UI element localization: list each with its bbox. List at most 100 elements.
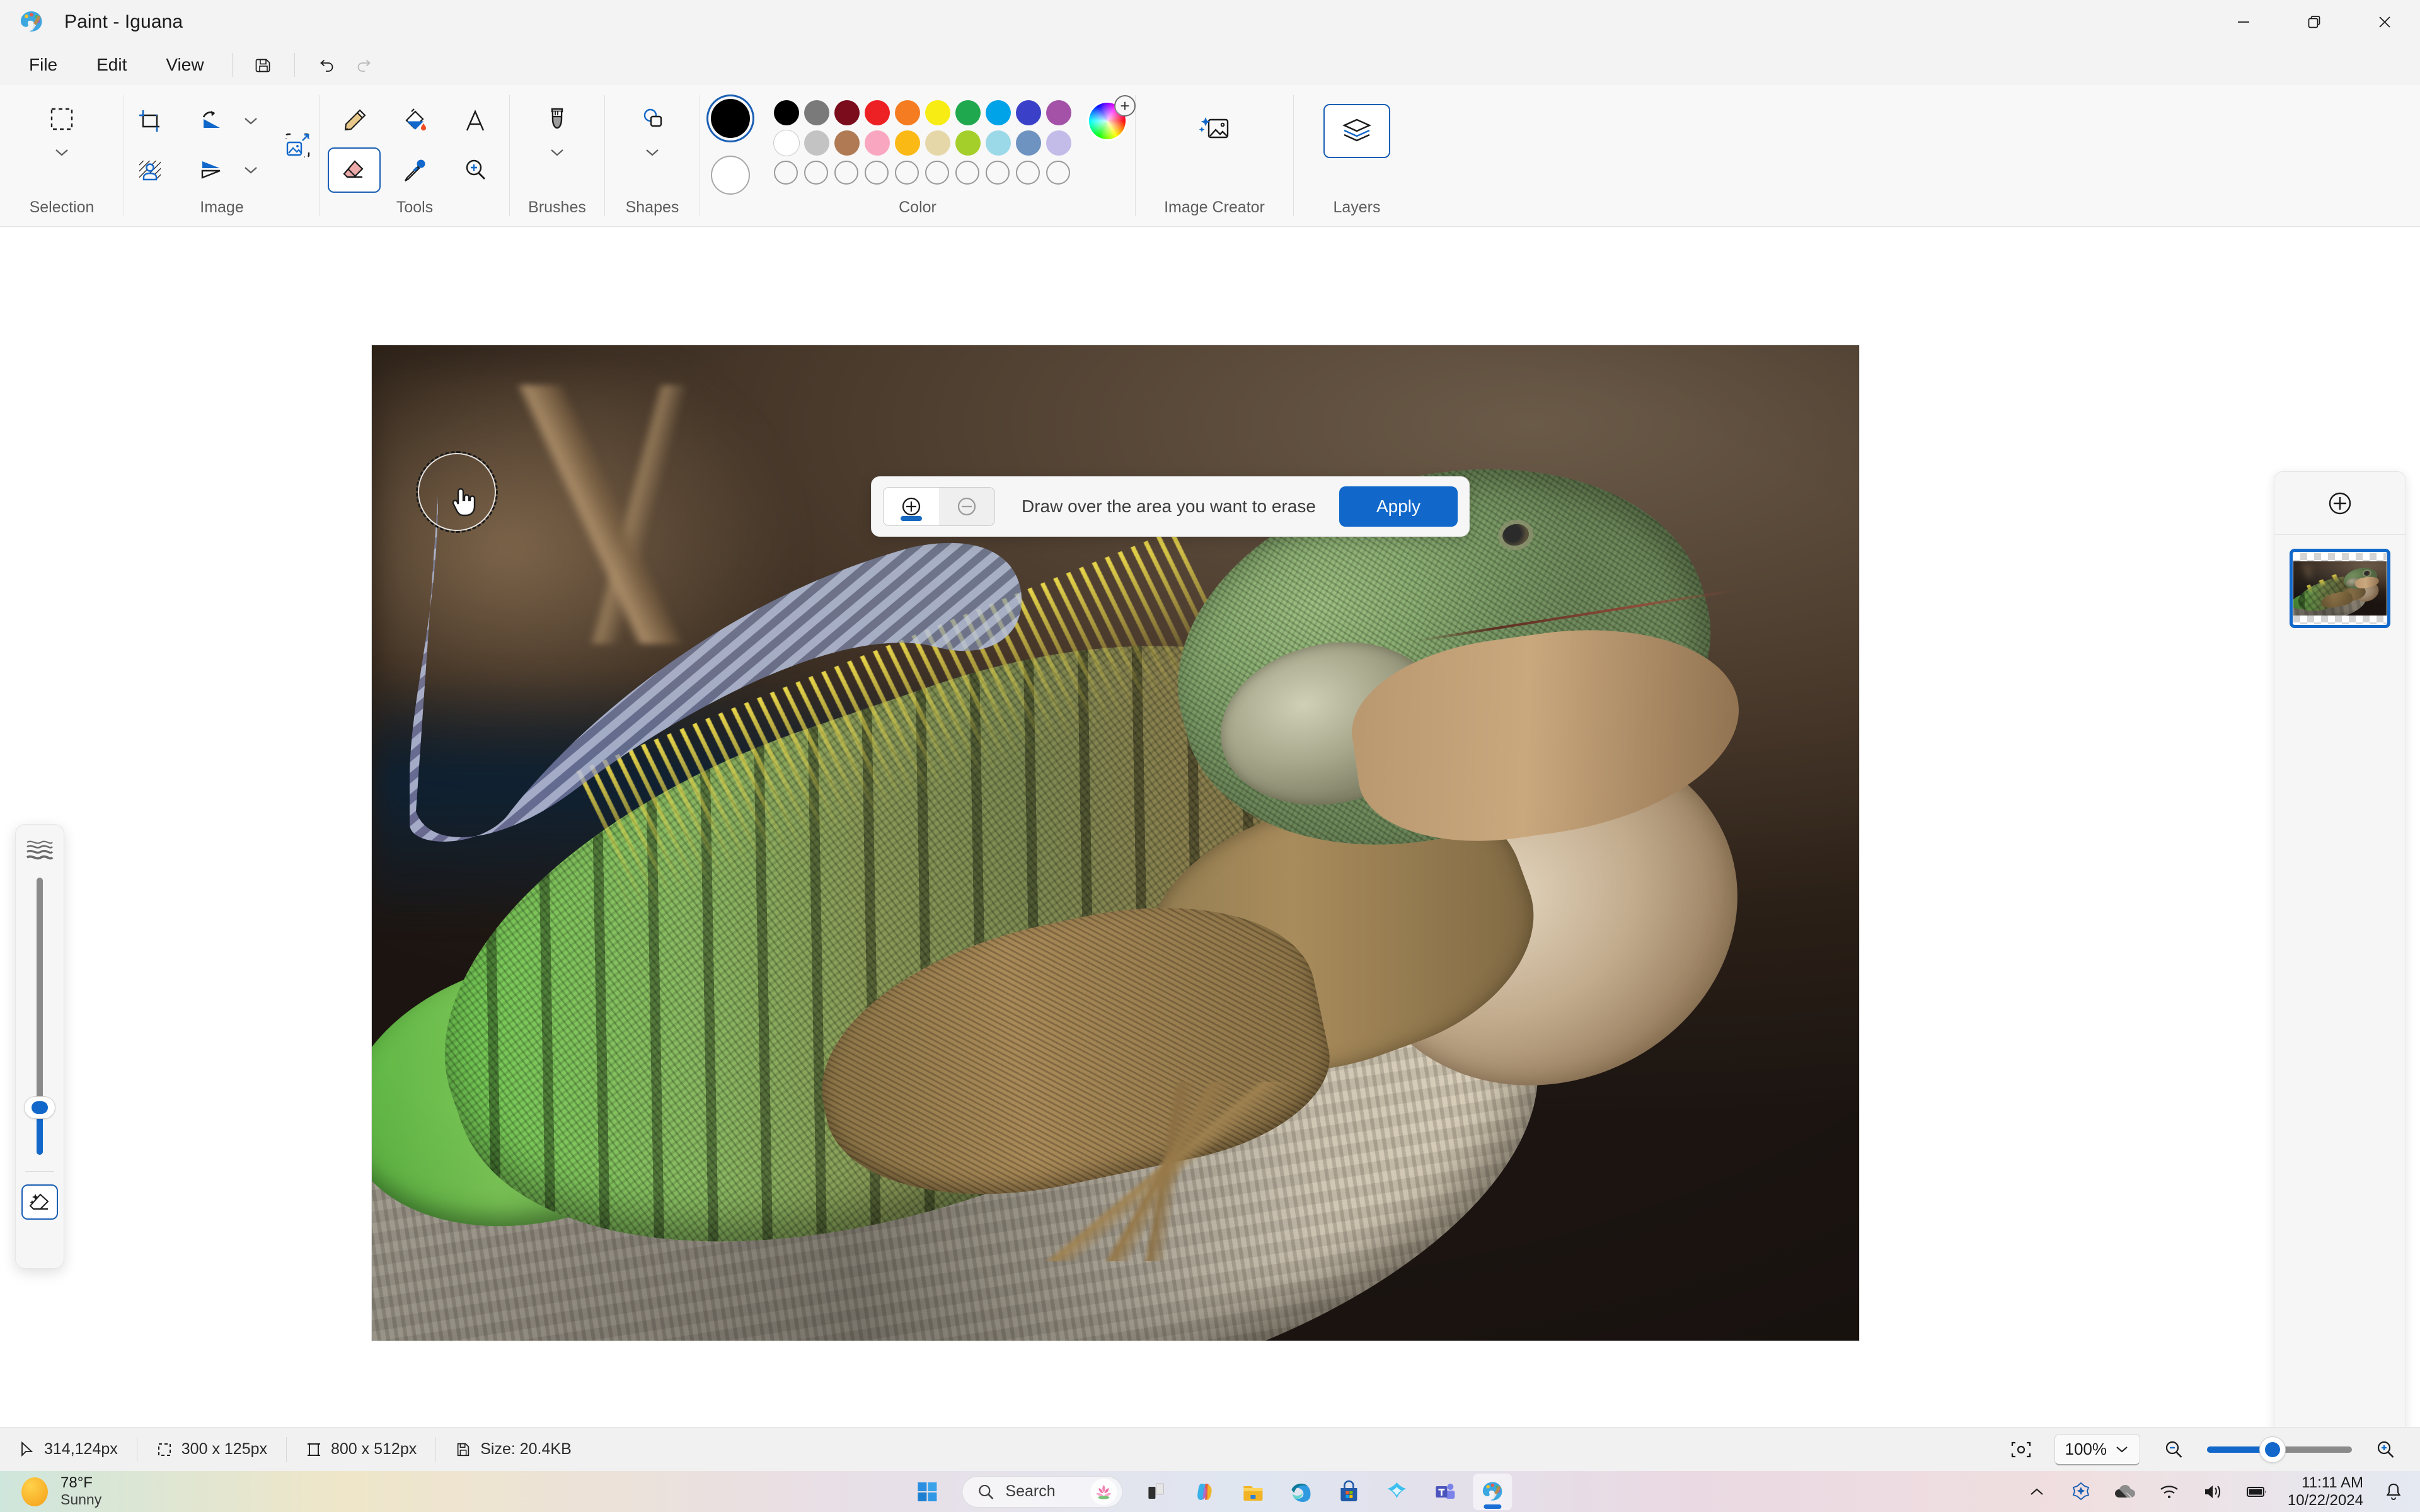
color-swatch[interactable]	[1016, 100, 1041, 125]
color-swatch-empty[interactable]	[834, 161, 858, 185]
color-wheel-add-icon[interactable]: +	[1089, 95, 1136, 139]
color-swatch[interactable]	[1046, 100, 1071, 125]
bell-icon[interactable]	[2380, 1478, 2407, 1506]
color-swatch[interactable]	[1046, 130, 1071, 156]
pencil-button[interactable]	[328, 98, 381, 144]
shapes-button[interactable]	[626, 96, 679, 142]
folder-icon[interactable]	[1234, 1474, 1273, 1510]
divider	[25, 1171, 54, 1172]
rectangular-selection-button[interactable]	[35, 96, 88, 142]
lotus-icon[interactable]	[1090, 1478, 1117, 1505]
color-swatch-empty[interactable]	[986, 161, 1010, 185]
apply-button[interactable]: Apply	[1339, 486, 1458, 527]
battery-icon[interactable]	[2244, 1478, 2271, 1506]
redo-icon[interactable]	[345, 47, 384, 83]
canvas-work-area[interactable]: Draw over the area you want to erase App…	[0, 227, 2420, 1512]
copilot-tray-icon[interactable]	[2067, 1478, 2095, 1506]
fit-to-window-icon[interactable]	[2002, 1431, 2041, 1468]
flip-button[interactable]	[185, 147, 238, 193]
color-swatch[interactable]	[925, 130, 950, 156]
secondary-color-swatch[interactable]	[711, 156, 750, 195]
teams-icon[interactable]	[1426, 1474, 1465, 1510]
close-icon[interactable]	[2349, 0, 2420, 44]
color-swatch[interactable]	[986, 100, 1011, 125]
color-swatch[interactable]	[804, 100, 829, 125]
minimize-icon[interactable]	[2208, 0, 2279, 44]
subtract-from-mask-button[interactable]	[939, 488, 994, 525]
store-icon[interactable]	[1330, 1474, 1369, 1510]
layer-item[interactable]	[2290, 549, 2390, 628]
resize-image-button[interactable]	[271, 123, 324, 168]
color-swatch-empty[interactable]	[804, 161, 828, 185]
chevron-down-icon[interactable]	[544, 142, 570, 163]
copilot-icon[interactable]	[1186, 1474, 1225, 1510]
task-view-icon[interactable]	[1138, 1474, 1177, 1510]
color-picker-button[interactable]	[388, 147, 441, 193]
wifi-icon[interactable]	[2155, 1478, 2183, 1506]
color-swatch[interactable]	[834, 100, 860, 125]
magic-eraser-icon[interactable]	[21, 1184, 58, 1220]
primary-color-swatch[interactable]	[711, 99, 750, 138]
restore-icon[interactable]	[2279, 0, 2349, 44]
layers-button[interactable]	[1323, 104, 1390, 158]
color-swatch[interactable]	[834, 130, 860, 156]
add-layer-button[interactable]	[2274, 472, 2406, 535]
brushes-button[interactable]	[531, 96, 584, 142]
color-swatch[interactable]	[895, 100, 920, 125]
cloud-icon[interactable]	[2111, 1478, 2139, 1506]
undo-icon[interactable]	[306, 47, 345, 83]
zoom-out-icon[interactable]	[2154, 1431, 2193, 1468]
brush-size-slider[interactable]	[25, 878, 55, 1155]
rotate-button[interactable]	[185, 98, 238, 144]
edge-icon[interactable]	[1282, 1474, 1321, 1510]
chevron-down-icon[interactable]	[640, 142, 665, 163]
color-swatch[interactable]	[774, 130, 799, 156]
color-swatch[interactable]	[804, 130, 829, 156]
color-swatch-empty[interactable]	[895, 161, 919, 185]
magnifier-button[interactable]	[449, 147, 502, 193]
menu-edit[interactable]: Edit	[80, 49, 143, 81]
add-color-plus-icon[interactable]: +	[1114, 95, 1136, 117]
taskbar-clock[interactable]: 11:11 AM 10/22/2024	[2288, 1474, 2363, 1509]
speaker-icon[interactable]	[2199, 1478, 2227, 1506]
color-swatch-empty[interactable]	[1016, 161, 1040, 185]
fill-with-color-button[interactable]	[388, 98, 441, 144]
chevron-down-icon[interactable]	[238, 110, 263, 132]
designer-sparkle-icon[interactable]	[1378, 1474, 1417, 1510]
color-swatch[interactable]	[1016, 130, 1041, 156]
slider-thumb[interactable]	[25, 1097, 55, 1118]
text-button[interactable]	[449, 98, 502, 144]
zoom-in-icon[interactable]	[2366, 1431, 2405, 1468]
color-swatch[interactable]	[925, 100, 950, 125]
color-swatch[interactable]	[955, 100, 981, 125]
color-swatch[interactable]	[774, 100, 799, 125]
color-swatch[interactable]	[895, 130, 920, 156]
image-creator-button[interactable]	[1180, 104, 1249, 158]
menu-view[interactable]: View	[149, 49, 220, 81]
chevron-up-icon[interactable]	[2023, 1478, 2051, 1506]
chevron-down-icon[interactable]	[238, 159, 263, 181]
zoom-slider[interactable]	[2207, 1437, 2352, 1462]
slider-thumb[interactable]	[2260, 1437, 2285, 1462]
color-swatch[interactable]	[955, 130, 981, 156]
eraser-button[interactable]	[328, 147, 381, 193]
zoom-level-dropdown[interactable]: 100%	[2054, 1434, 2140, 1465]
chevron-down-icon[interactable]	[49, 142, 74, 163]
color-swatch[interactable]	[865, 130, 890, 156]
crop-button[interactable]	[124, 98, 176, 144]
search-input[interactable]: Search	[962, 1475, 1123, 1508]
menu-file[interactable]: File	[13, 49, 74, 81]
color-swatch-empty[interactable]	[774, 161, 798, 185]
color-swatch-empty[interactable]	[925, 161, 949, 185]
color-swatch-empty[interactable]	[1046, 161, 1070, 185]
paint-taskbar-icon[interactable]	[1473, 1473, 1512, 1510]
add-to-mask-button[interactable]	[884, 488, 939, 525]
color-swatch[interactable]	[986, 130, 1011, 156]
weather-widget[interactable]: 78°F Sunny	[21, 1474, 101, 1508]
save-icon[interactable]	[244, 47, 283, 83]
remove-background-button[interactable]	[124, 147, 176, 193]
color-swatch-empty[interactable]	[865, 161, 889, 185]
windows-start-icon[interactable]	[908, 1474, 947, 1510]
color-swatch-empty[interactable]	[955, 161, 979, 185]
color-swatch[interactable]	[865, 100, 890, 125]
